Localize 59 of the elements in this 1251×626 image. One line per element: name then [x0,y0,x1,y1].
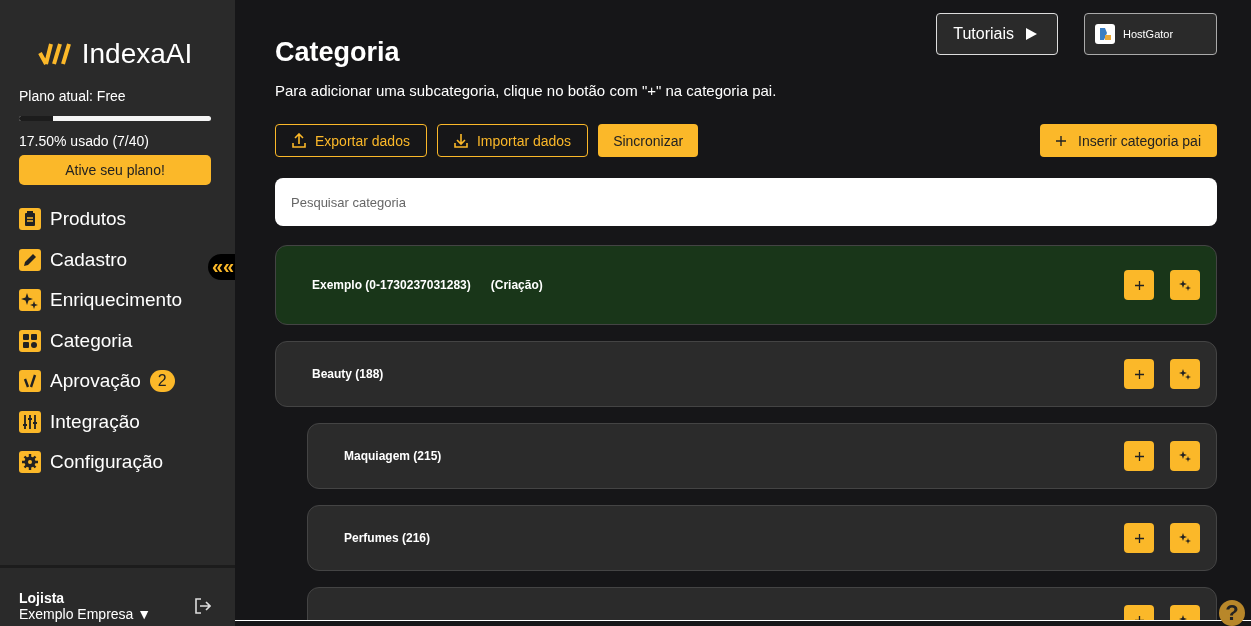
tutorials-button[interactable]: Tutoriais [936,13,1058,55]
count-badge: 2 [149,370,175,393]
play-icon [1026,28,1037,40]
nav-item[interactable]: Categoria [19,320,211,361]
category-name: Maquiagem (215) [344,449,442,463]
logo-text: IndexaAI [81,38,193,70]
usage-text: 17.50% usado (7/40) [19,133,150,149]
plus-icon [1134,533,1144,543]
pencil-icon [19,248,41,271]
sparkle-icon [1179,532,1191,544]
nav-item[interactable]: Cadastro [19,239,211,280]
search-field[interactable]: Pesquisar categoria [275,178,1217,226]
grid-icon [19,329,41,352]
help-button[interactable]: ? [1219,600,1245,626]
nav-item[interactable]: Produtos [19,199,211,240]
settings-icon [19,451,41,474]
sparkle-icon [19,289,41,312]
add-subcategory-button[interactable] [1124,441,1154,471]
plus-icon [1134,280,1144,290]
enrich-button[interactable] [1170,270,1200,300]
sliders-icon [19,410,41,433]
category-name: Exemplo (0-1730237031283) [312,278,471,292]
add-subcategory-button[interactable] [1124,359,1154,389]
page-title: Categoria [275,37,400,68]
plus-icon [1134,451,1144,461]
enrich-button[interactable] [1170,523,1200,553]
sparkle-icon [1179,450,1191,462]
clipboard-icon [19,208,41,231]
enrich-button[interactable] [1170,441,1200,471]
activate-plan-button[interactable]: Ative seu plano! [19,155,211,185]
nav-item[interactable]: Integração [19,401,211,442]
collapse-button[interactable]: «« [208,254,235,280]
insert-parent-button[interactable]: Inserir categoria pai [1040,124,1217,157]
sparkle-icon [1179,368,1191,380]
add-subcategory-button[interactable] [1124,270,1154,300]
download-icon [453,133,468,148]
export-button[interactable]: Exportar dados [275,124,427,157]
user-role: Lojista [19,590,66,606]
upload-icon [292,133,306,148]
logout-icon[interactable] [194,598,211,614]
check-icon [19,370,41,393]
sync-button[interactable]: Sincronizar [598,124,699,157]
company-selector[interactable]: Exemplo Empresa ▼ [19,606,152,622]
import-button[interactable]: Importar dados [436,124,589,157]
add-subcategory-button[interactable] [1124,523,1154,553]
plan-label: Plano atual: Free [19,88,127,104]
account-button[interactable]: HostGator [1084,13,1217,55]
sparkle-icon [1179,279,1191,291]
enrich-button[interactable] [1170,359,1200,389]
nav-item[interactable]: Configuração [19,442,211,483]
category-name: Perfumes (216) [344,531,431,545]
account-logo-icon [1095,24,1115,44]
plus-icon [1134,369,1144,379]
nav-item[interactable]: Enriquecimento [19,280,211,321]
category-name: Beauty (188) [312,367,384,381]
hint-text: Para adicionar uma subcategoria, clique no botão com "+" na categoria pai. [275,82,778,99]
nav-item[interactable]: Aprovação 2 [19,361,211,402]
category-status: (Criação) [490,278,543,292]
plus-icon [1056,135,1067,146]
